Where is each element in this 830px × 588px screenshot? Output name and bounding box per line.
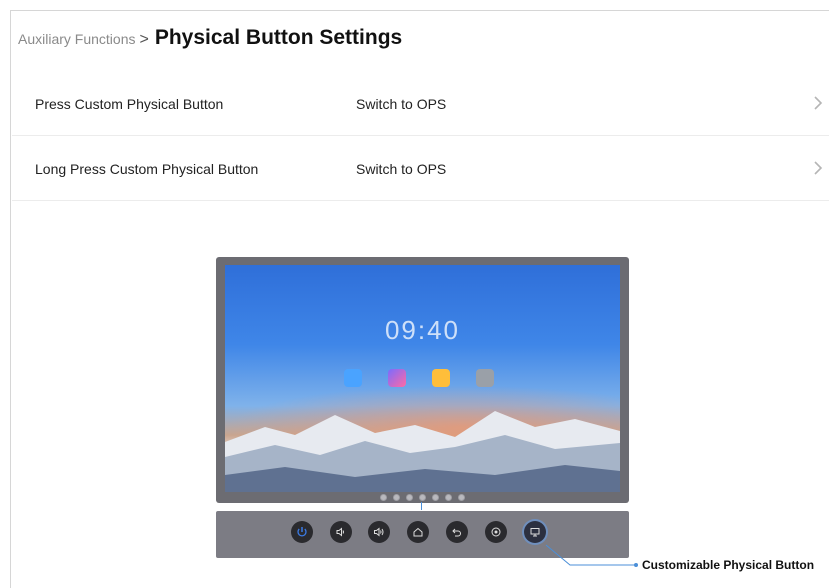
indicator-dot bbox=[380, 494, 387, 501]
indicator-dot bbox=[458, 494, 465, 501]
setting-row-long-press-custom-button[interactable]: Long Press Custom Physical Button Switch… bbox=[12, 137, 829, 201]
custom-button-icon bbox=[524, 521, 546, 543]
breadcrumb-auxiliary-functions[interactable]: Auxiliary Functions bbox=[18, 31, 136, 47]
indicator-lights bbox=[380, 494, 465, 501]
page-header: Auxiliary Functions > Physical Button Se… bbox=[18, 26, 402, 50]
breadcrumb-separator: > bbox=[139, 31, 149, 48]
setting-value: Switch to OPS bbox=[356, 160, 447, 177]
home-icon bbox=[407, 521, 429, 543]
indicator-arrow bbox=[421, 502, 422, 510]
volume-up-icon bbox=[368, 521, 390, 543]
setting-label: Press Custom Physical Button bbox=[35, 95, 224, 112]
indicator-dot bbox=[406, 494, 413, 501]
mountain-image bbox=[225, 411, 620, 492]
app-icon bbox=[476, 369, 494, 387]
setting-value: Switch to OPS bbox=[356, 95, 447, 112]
display-illustration: 09:40 bbox=[216, 257, 629, 503]
indicator-dot bbox=[393, 494, 400, 501]
power-icon bbox=[291, 521, 313, 543]
indicator-dot bbox=[419, 494, 426, 501]
indicator-dot bbox=[432, 494, 439, 501]
source-icon bbox=[485, 521, 507, 543]
physical-button-panel bbox=[216, 511, 629, 558]
chevron-right-icon bbox=[814, 96, 823, 110]
page-title: Physical Button Settings bbox=[154, 26, 403, 49]
chevron-right-icon bbox=[814, 161, 823, 175]
setting-row-press-custom-button[interactable]: Press Custom Physical Button Switch to O… bbox=[12, 72, 829, 136]
indicator-dot bbox=[445, 494, 452, 501]
app-icon bbox=[432, 369, 450, 387]
setting-label: Long Press Custom Physical Button bbox=[35, 160, 259, 177]
display-screen: 09:40 bbox=[225, 265, 620, 492]
app-icon bbox=[344, 369, 362, 387]
callout-label: Customizable Physical Button bbox=[642, 558, 815, 572]
app-icon bbox=[388, 369, 406, 387]
back-icon bbox=[446, 521, 468, 543]
volume-down-icon bbox=[330, 521, 352, 543]
clock-display: 09:40 bbox=[384, 315, 461, 345]
